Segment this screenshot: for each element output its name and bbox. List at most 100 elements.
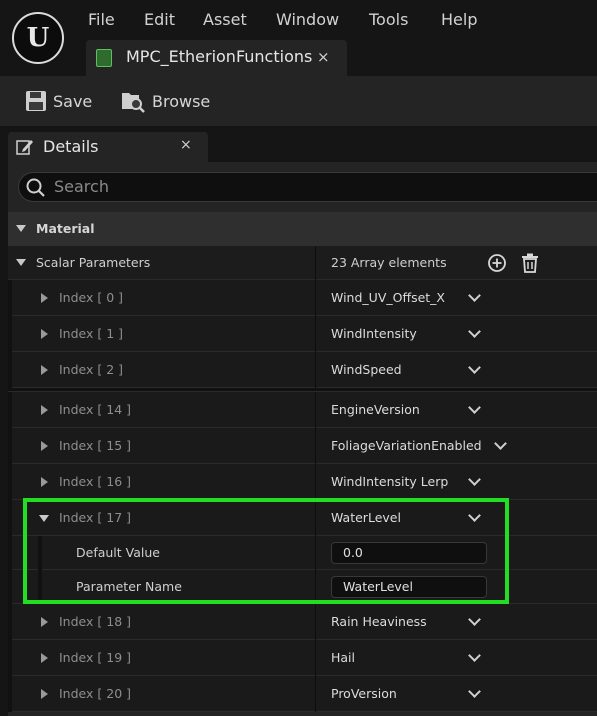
column-divider — [315, 280, 316, 316]
menu-help[interactable]: Help — [441, 8, 477, 32]
indent-guide — [8, 392, 12, 428]
chevron-down-icon[interactable] — [468, 325, 481, 338]
details-tab[interactable]: Details × — [8, 132, 208, 162]
index-label: Index [ 1 ] — [59, 326, 124, 341]
search-icon — [26, 178, 45, 197]
category-label: Material — [36, 221, 95, 236]
indent-guide — [8, 464, 12, 500]
close-icon[interactable]: × — [180, 137, 192, 153]
collapsed-arrow-icon[interactable] — [41, 653, 48, 663]
save-button[interactable]: Save — [25, 88, 92, 114]
column-divider — [315, 676, 316, 712]
parameter-value: Rain Heaviness — [331, 614, 427, 629]
details-tab-label: Details — [43, 137, 99, 156]
chevron-down-icon[interactable] — [468, 401, 481, 414]
search-placeholder: Search — [54, 177, 109, 196]
search-input[interactable]: Search — [18, 172, 597, 202]
column-divider — [315, 352, 316, 388]
collapsed-arrow-icon[interactable] — [41, 617, 48, 627]
collapsed-arrow-icon[interactable] — [41, 329, 48, 339]
indent-guide — [8, 640, 12, 676]
save-icon — [26, 91, 46, 111]
index-label: Index [ 14 ] — [59, 402, 131, 417]
array-row-index-19[interactable]: Index [ 19 ] Hail — [8, 640, 597, 676]
menu-asset[interactable]: Asset — [203, 8, 247, 32]
expand-arrow-icon — [16, 259, 26, 266]
chevron-down-icon[interactable] — [468, 613, 481, 626]
collapsed-arrow-icon[interactable] — [41, 293, 48, 303]
chevron-down-icon[interactable] — [468, 685, 481, 698]
array-row-index-0[interactable]: Index [ 0 ] Wind_UV_Offset_X — [8, 280, 597, 316]
pencil-icon — [16, 140, 33, 155]
array-row-index-2[interactable]: Index [ 2 ] WindSpeed — [8, 352, 597, 388]
collapsed-arrow-icon[interactable] — [41, 365, 48, 375]
collapsed-arrow-icon[interactable] — [41, 441, 48, 451]
array-row-index-18[interactable]: Index [ 18 ] Rain Heaviness — [8, 604, 597, 640]
index-label: Index [ 19 ] — [59, 650, 131, 665]
index-label: Index [ 18 ] — [59, 614, 131, 629]
index-label: Index [ 2 ] — [59, 362, 124, 377]
expand-arrow-icon — [16, 225, 26, 232]
close-icon[interactable]: × — [317, 48, 330, 66]
index-label: Index [ 16 ] — [59, 474, 131, 489]
array-row-index-14[interactable]: Index [ 14 ] EngineVersion — [8, 392, 597, 428]
save-label: Save — [53, 91, 93, 111]
menu-tools[interactable]: Tools — [369, 8, 408, 32]
column-divider — [315, 464, 316, 500]
indent-guide — [8, 316, 12, 352]
column-divider — [315, 392, 316, 428]
array-row-index-1[interactable]: Index [ 1 ] WindIntensity — [8, 316, 597, 352]
parameter-value: WindSpeed — [331, 362, 402, 377]
array-count: 23 Array elements — [331, 255, 447, 270]
column-divider — [315, 428, 316, 464]
material-parameter-collection-icon — [96, 49, 112, 67]
collapsed-arrow-icon[interactable] — [41, 405, 48, 415]
column-divider — [315, 604, 316, 640]
array-row-index-16[interactable]: Index [ 16 ] WindIntensity Lerp — [8, 464, 597, 500]
category-material[interactable]: Material — [8, 212, 597, 246]
browse-label: Browse — [152, 91, 211, 111]
menu-window[interactable]: Window — [276, 8, 339, 32]
scalar-parameters-row[interactable]: Scalar Parameters 23 Array elements — [8, 246, 597, 280]
delete-all-icon[interactable] — [521, 253, 539, 273]
array-row-index-15[interactable]: Index [ 15 ] FoliageVariationEnabled — [8, 428, 597, 464]
asset-tab[interactable]: MPC_EtherionFunctions × — [86, 40, 347, 76]
asset-tab-label: MPC_EtherionFunctions — [126, 47, 313, 66]
parameter-value: EngineVersion — [331, 402, 420, 417]
parameter-value: WindIntensity Lerp — [331, 474, 449, 489]
index-label: Index [ 0 ] — [59, 290, 124, 305]
column-divider — [315, 640, 316, 676]
menu-file[interactable]: File — [88, 8, 115, 32]
parameter-value: FoliageVariationEnabled — [331, 438, 482, 453]
indent-guide — [8, 428, 12, 464]
chevron-down-icon[interactable] — [468, 289, 481, 302]
indent-guide — [8, 280, 12, 316]
column-divider — [315, 246, 316, 280]
parameter-value: Wind_UV_Offset_X — [331, 290, 445, 305]
browse-icon — [122, 93, 145, 113]
chevron-down-icon[interactable] — [468, 473, 481, 486]
array-row-index-20[interactable]: Index [ 20 ] ProVersion — [8, 676, 597, 712]
indent-guide — [8, 536, 12, 570]
indent-guide — [8, 604, 12, 640]
index-label: Index [ 15 ] — [59, 438, 131, 453]
index-label: Index [ 20 ] — [59, 686, 131, 701]
parameter-value: WindIntensity — [331, 326, 417, 341]
menu-edit[interactable]: Edit — [144, 8, 175, 32]
parameter-value: ProVersion — [331, 686, 397, 701]
chevron-down-icon[interactable] — [468, 361, 481, 374]
chevron-down-icon[interactable] — [494, 437, 507, 450]
add-element-icon[interactable] — [487, 253, 507, 273]
highlight-box — [23, 498, 509, 604]
indent-guide — [8, 500, 12, 536]
indent-guide — [8, 352, 12, 388]
collapsed-arrow-icon[interactable] — [41, 477, 48, 487]
browse-button[interactable]: Browse — [120, 88, 210, 114]
indent-guide — [8, 570, 12, 604]
chevron-down-icon[interactable] — [468, 649, 481, 662]
column-divider — [315, 316, 316, 352]
collapsed-arrow-icon[interactable] — [41, 689, 48, 699]
scalar-parameters-label: Scalar Parameters — [36, 255, 151, 270]
indent-guide — [8, 676, 12, 712]
unreal-logo-icon[interactable]: U — [12, 12, 64, 64]
